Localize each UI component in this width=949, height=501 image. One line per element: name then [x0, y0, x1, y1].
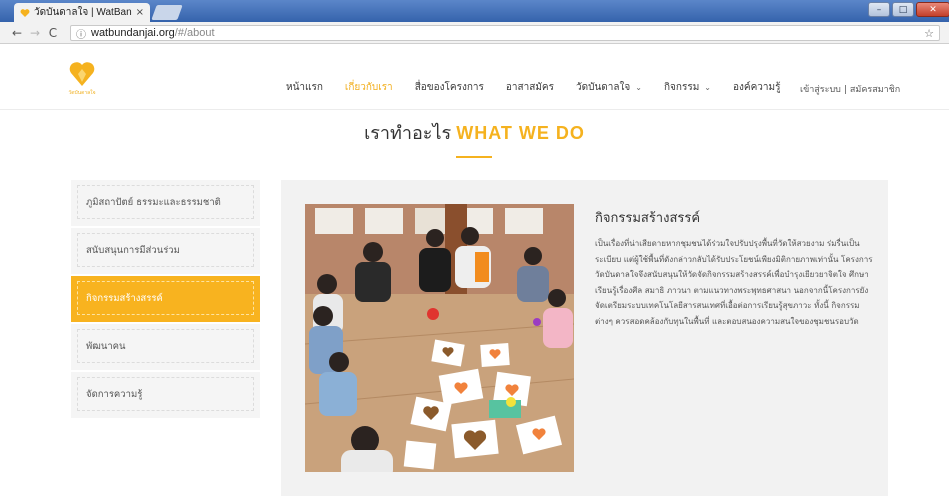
sidebar-item-landscape[interactable]: ภูมิสถาปัตย์ ธรรมะและธรรมชาติ [71, 180, 260, 226]
main-nav: หน้าแรก เกี่ยวกับเรา สื่อของโครงการ อาสา… [286, 80, 802, 95]
info-icon[interactable]: ⓘ [76, 26, 86, 41]
register-link[interactable]: สมัครสมาชิก [850, 85, 900, 95]
new-tab-button[interactable] [151, 5, 183, 20]
sidebar-item-creative-activities[interactable]: กิจกรรมสร้างสรรค์ [71, 276, 260, 322]
sidebar-item-knowledge-management[interactable]: จัดการความรู้ [71, 372, 260, 418]
content-body: เป็นเรื่องที่น่าเสียดายหากชุมชนได้ร่วมใจ… [595, 239, 873, 326]
browser-titlebar: วัดบันดาลใจ | WatBandanj × – □ ✕ [0, 0, 949, 22]
nav-media[interactable]: สื่อของโครงการ [415, 80, 484, 95]
nav-home[interactable]: หน้าแรก [286, 80, 323, 95]
sidebar-item-human-development[interactable]: พัฒนาคน [71, 324, 260, 370]
sidebar-menu: ภูมิสถาปัตย์ ธรรมะและธรรมชาติ สนับสนุนกา… [71, 180, 260, 420]
heading-thai: เราทำอะไร [364, 123, 452, 144]
close-window-button[interactable]: ✕ [916, 2, 949, 17]
nav-temples[interactable]: วัดบันดาลใจ ⌄ [576, 80, 642, 95]
heart-lotus-logo-icon [69, 62, 95, 86]
separator: | [843, 85, 847, 95]
login-link[interactable]: เข้าสู่ระบบ [800, 85, 841, 95]
tab-close-button[interactable]: × [136, 7, 144, 18]
nav-knowledge[interactable]: องค์ความรู้ [733, 80, 780, 95]
chevron-down-icon: ⌄ [704, 83, 711, 92]
address-bar: ← → C ⓘ watbundanjai.org/#/about ☆ [0, 22, 949, 44]
sidebar-item-label: กิจกรรมสร้างสรรค์ [77, 281, 254, 315]
content-card: กิจกรรมสร้างสรรค์ เป็นเรื่องที่น่าเสียดา… [281, 180, 888, 496]
nav-activities-label: กิจกรรม [663, 82, 700, 93]
user-links: เข้าสู่ระบบ | สมัครสมาชิก [800, 82, 900, 96]
back-arrow-icon[interactable]: ← [8, 26, 26, 40]
section-heading: เราทำอะไร WHAT WE DO [0, 118, 949, 147]
tab-title: วัดบันดาลใจ | WatBandanj [34, 7, 132, 18]
heading-underline [456, 156, 492, 158]
sidebar-item-label: ภูมิสถาปัตย์ ธรรมะและธรรมชาติ [77, 185, 254, 219]
sidebar-item-label: สนับสนุนการมีส่วนร่วม [77, 233, 254, 267]
content-title: กิจกรรมสร้างสรรค์ [595, 211, 701, 226]
nav-temples-label: วัดบันดาลใจ [576, 82, 631, 93]
chevron-down-icon: ⌄ [635, 83, 642, 92]
star-icon[interactable]: ☆ [924, 27, 934, 40]
maximize-button[interactable]: □ [892, 2, 914, 17]
heading-english: WHAT WE DO [456, 123, 585, 143]
activity-photo [305, 204, 574, 472]
sidebar-item-label: พัฒนาคน [77, 329, 254, 363]
site-header: วัดบันดาลใจ หน้าแรก เกี่ยวกับเรา สื่อของ… [0, 44, 949, 110]
forward-arrow-icon[interactable]: → [26, 26, 44, 40]
logo-text: วัดบันดาลใจ [68, 90, 96, 96]
children-crafting-illustration [305, 204, 574, 472]
nav-about[interactable]: เกี่ยวกับเรา [345, 80, 393, 95]
minimize-button[interactable]: – [868, 2, 890, 17]
window-controls: – □ ✕ [868, 2, 949, 18]
sidebar-item-label: จัดการความรู้ [77, 377, 254, 411]
browser-tab[interactable]: วัดบันดาลใจ | WatBandanj × [14, 3, 150, 22]
url-text: watbundanjai.org/#/about [91, 27, 215, 39]
sidebar-item-participation[interactable]: สนับสนุนการมีส่วนร่วม [71, 228, 260, 274]
url-field[interactable]: ⓘ watbundanjai.org/#/about ☆ [70, 25, 940, 41]
heart-favicon-icon [20, 8, 30, 17]
site-logo[interactable]: วัดบันดาลใจ [66, 60, 98, 100]
nav-activities[interactable]: กิจกรรม ⌄ [664, 80, 711, 95]
nav-volunteer[interactable]: อาสาสมัคร [506, 80, 554, 95]
reload-icon[interactable]: C [44, 26, 62, 40]
